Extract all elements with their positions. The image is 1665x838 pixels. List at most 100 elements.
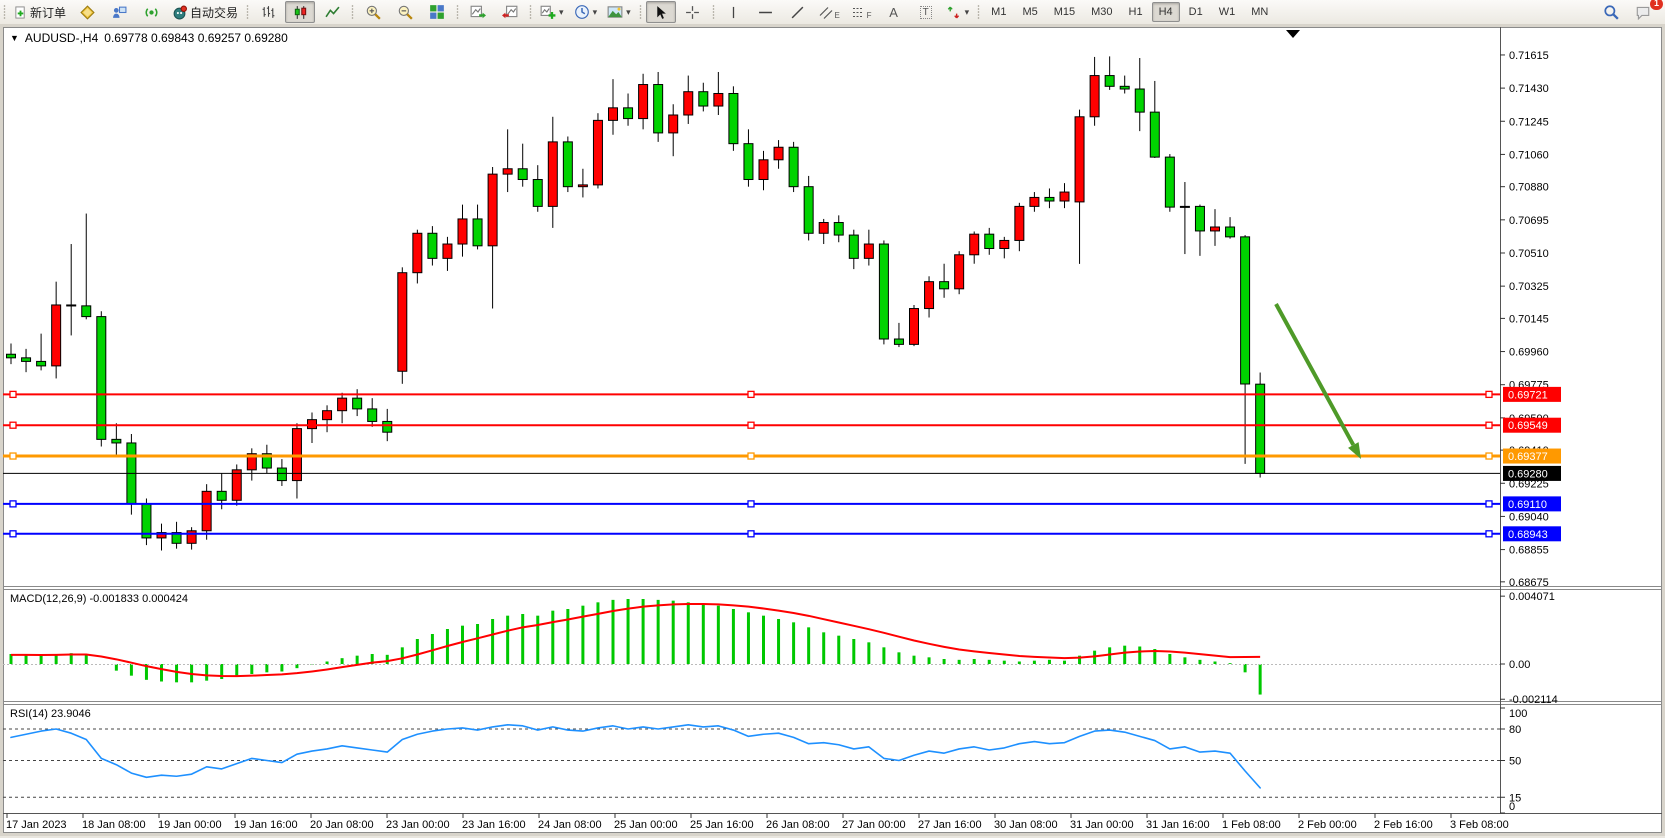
- tab-m5[interactable]: M5: [1015, 2, 1044, 22]
- svg-text:0.70510: 0.70510: [1509, 248, 1549, 260]
- tab-m1[interactable]: M1: [984, 2, 1013, 22]
- svg-text:0.69960: 0.69960: [1509, 347, 1549, 359]
- svg-text:0.69377: 0.69377: [1508, 451, 1548, 463]
- svg-text:2 Feb 16:00: 2 Feb 16:00: [1374, 819, 1433, 831]
- svg-text:0.69110: 0.69110: [1508, 499, 1547, 511]
- fibonacci-letter: F: [867, 11, 872, 20]
- svg-text:0.71430: 0.71430: [1509, 83, 1549, 95]
- tab-d1[interactable]: D1: [1182, 2, 1210, 22]
- trendline-icon: [790, 5, 805, 20]
- toolbar-grip[interactable]: [245, 4, 250, 20]
- search-button[interactable]: [1596, 1, 1626, 23]
- template-image-icon: [607, 4, 623, 20]
- svg-text:24 Jan 08:00: 24 Jan 08:00: [538, 819, 602, 831]
- tab-w1[interactable]: W1: [1212, 2, 1243, 22]
- chat-bubble-icon: [1635, 4, 1651, 20]
- tab-h4[interactable]: H4: [1152, 2, 1180, 22]
- vertical-line-button[interactable]: [719, 1, 749, 23]
- signals-button[interactable]: [136, 1, 166, 23]
- chart-window[interactable]: 0.716150.714300.712450.710600.708800.706…: [3, 27, 1662, 833]
- svg-text:0.69549: 0.69549: [1508, 420, 1548, 432]
- svg-text:0: 0: [1509, 801, 1515, 813]
- tab-m15[interactable]: M15: [1047, 2, 1082, 22]
- svg-text:25 Jan 00:00: 25 Jan 00:00: [614, 819, 678, 831]
- toolbar-grip[interactable]: [350, 4, 355, 20]
- svg-text:0.004071: 0.004071: [1509, 591, 1555, 603]
- terminal-button[interactable]: [104, 1, 134, 23]
- chart-title: ▼ AUDUSD-,H4 0.69778 0.69843 0.69257 0.6…: [10, 31, 288, 45]
- svg-text:1 Feb 08:00: 1 Feb 08:00: [1222, 819, 1281, 831]
- chart-symbol-period: AUDUSD-,H4: [25, 31, 98, 45]
- trendline-button[interactable]: [783, 1, 813, 23]
- one-click-trading-arrow-icon[interactable]: ▼: [10, 33, 19, 43]
- svg-text:19 Jan 00:00: 19 Jan 00:00: [158, 819, 222, 831]
- fibonacci-icon: [852, 5, 866, 20]
- svg-text:0.69280: 0.69280: [1508, 468, 1548, 480]
- line-chart-button[interactable]: [317, 1, 347, 23]
- toolbar-grip[interactable]: [638, 4, 643, 20]
- rsi-indicator-label: RSI(14) 23.9046: [10, 708, 91, 720]
- horizontal-line-icon: [758, 5, 773, 20]
- new-order-label: 新订单: [30, 4, 66, 21]
- dropdown-caret-icon: ▾: [626, 8, 631, 17]
- navigator-button[interactable]: [495, 1, 525, 23]
- timeframe-clock-button[interactable]: ▾: [570, 1, 602, 23]
- signals-icon: [144, 5, 159, 20]
- svg-text:25 Jan 16:00: 25 Jan 16:00: [690, 819, 754, 831]
- text-button[interactable]: A: [879, 1, 909, 23]
- auto-trading-button[interactable]: 自动交易: [168, 1, 242, 23]
- tab-mn[interactable]: MN: [1244, 2, 1275, 22]
- add-indicator-button[interactable]: ▾: [536, 1, 568, 23]
- price-chart-canvas[interactable]: 0.716150.714300.712450.710600.708800.706…: [3, 27, 1662, 833]
- toolbar-grip[interactable]: [2, 4, 7, 20]
- horizontal-line-button[interactable]: [751, 1, 781, 23]
- dropdown-caret-icon: ▾: [965, 8, 970, 17]
- auto-trading-icon: [172, 5, 187, 20]
- toolbar-grip[interactable]: [455, 4, 460, 20]
- tab-h1[interactable]: H1: [1122, 2, 1150, 22]
- text-label-button[interactable]: T: [911, 1, 941, 23]
- svg-text:100: 100: [1509, 708, 1527, 720]
- svg-text:18 Jan 08:00: 18 Jan 08:00: [82, 819, 146, 831]
- svg-text:0.70145: 0.70145: [1509, 313, 1549, 325]
- toolbar-grip[interactable]: [528, 4, 533, 20]
- macd-indicator-label: MACD(12,26,9) -0.001833 0.000424: [10, 593, 188, 605]
- new-order-button[interactable]: 新订单: [10, 1, 70, 23]
- zoom-in-button[interactable]: [358, 1, 388, 23]
- toolbar-grip[interactable]: [976, 4, 981, 20]
- svg-text:30 Jan 08:00: 30 Jan 08:00: [994, 819, 1058, 831]
- text-tool-icon: A: [889, 5, 898, 20]
- tile-windows-button[interactable]: [422, 1, 452, 23]
- templates-button[interactable]: ▾: [603, 1, 635, 23]
- svg-text:0.69040: 0.69040: [1509, 511, 1549, 523]
- equidistant-channel-button[interactable]: E: [815, 1, 845, 23]
- bar-chart-button[interactable]: [253, 1, 283, 23]
- arrows-icon: [947, 5, 962, 20]
- svg-text:23 Jan 16:00: 23 Jan 16:00: [462, 819, 526, 831]
- svg-text:0.68855: 0.68855: [1509, 545, 1549, 557]
- vertical-line-icon: [727, 5, 740, 20]
- channel-letter: E: [834, 11, 839, 20]
- svg-text:27 Jan 16:00: 27 Jan 16:00: [918, 819, 982, 831]
- zoom-out-button[interactable]: [390, 1, 420, 23]
- arrows-button[interactable]: ▾: [943, 1, 974, 23]
- new-order-icon: [14, 6, 27, 19]
- fibonacci-button[interactable]: F: [847, 1, 877, 23]
- clock-icon: [574, 4, 590, 20]
- main-toolbar: 新订单 自动交易: [0, 0, 1665, 25]
- market-watch-button[interactable]: [72, 1, 102, 23]
- candlestick-chart-button[interactable]: [285, 1, 315, 23]
- crosshair-button[interactable]: [678, 1, 708, 23]
- svg-text:23 Jan 00:00: 23 Jan 00:00: [386, 819, 450, 831]
- tab-m30[interactable]: M30: [1084, 2, 1119, 22]
- chart-arrow-left-icon: [502, 4, 518, 20]
- cursor-button[interactable]: [646, 1, 676, 23]
- data-window-button[interactable]: [463, 1, 493, 23]
- svg-text:26 Jan 08:00: 26 Jan 08:00: [766, 819, 830, 831]
- svg-text:0.71245: 0.71245: [1509, 116, 1549, 128]
- dropdown-caret-icon: ▾: [559, 8, 564, 17]
- notifications-button[interactable]: 1: [1628, 1, 1658, 23]
- svg-text:19 Jan 16:00: 19 Jan 16:00: [234, 819, 298, 831]
- chart-frame: 0.716150.714300.712450.710600.708800.706…: [0, 24, 1665, 836]
- toolbar-grip[interactable]: [711, 4, 716, 20]
